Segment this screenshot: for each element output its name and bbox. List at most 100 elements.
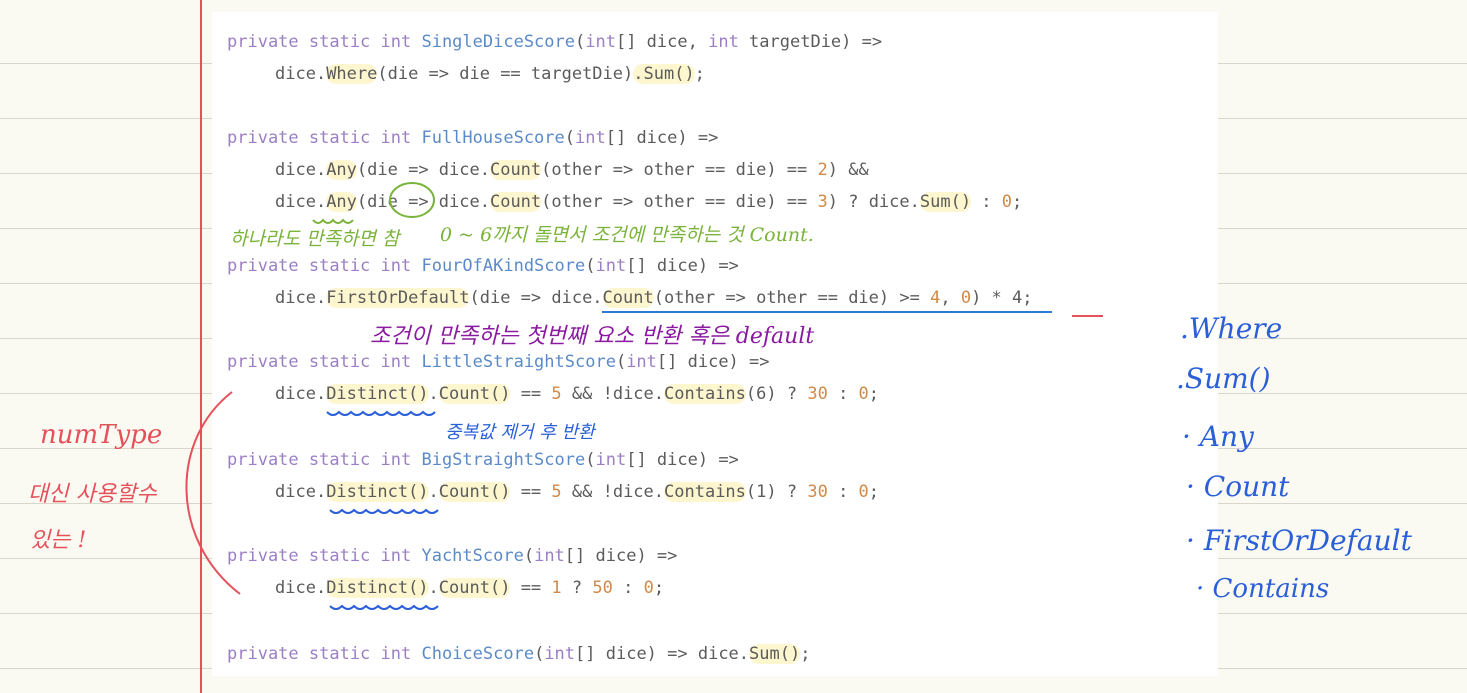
- code-text: && !dice.: [561, 384, 665, 404]
- code-text: .: [428, 482, 439, 502]
- method-name: SingleDiceScore: [421, 32, 575, 52]
- code-text: ==: [510, 482, 552, 502]
- code-text: [] dice) =>: [564, 546, 678, 566]
- code-text: :: [612, 578, 644, 598]
- code-line-10: private static int BigStraightScore(int[…: [227, 444, 739, 476]
- note-distinct: 중복값 제거 후 반환: [445, 422, 595, 443]
- number: 0: [858, 384, 869, 404]
- code-line-9: dice.Distinct().Count() == 5 && !dice.Co…: [275, 378, 879, 410]
- code-text: (die => dice.: [469, 288, 603, 308]
- code-text: Distinct(): [326, 578, 429, 598]
- code-text: [] dice) => dice.: [575, 644, 750, 664]
- code-text: [] dice) =>: [626, 450, 739, 470]
- code-text: ?: [776, 482, 808, 502]
- code-text: .: [428, 578, 439, 598]
- code-text: [] dice) =>: [626, 256, 739, 276]
- list-item-count: · Count: [1186, 470, 1290, 503]
- code-text: (die => die == targetDie): [377, 64, 634, 84]
- code-text: ) &&: [827, 160, 869, 180]
- note-numtype: numType: [40, 420, 163, 450]
- code-line-6: private static int FourOfAKindScore(int[…: [227, 250, 739, 282]
- code-text: (: [585, 450, 596, 470]
- keyword: int: [585, 32, 616, 52]
- code-line-3: private static int FullHouseScore(int[] …: [227, 122, 718, 154]
- code-text: Count(): [438, 384, 511, 404]
- number: 5: [551, 384, 562, 404]
- code-text: Sum(): [749, 644, 801, 664]
- note-count: 0 ~ 6까지 돌면서 조건에 만족하는 것 Count.: [440, 224, 814, 246]
- code-text: (: [575, 32, 586, 52]
- code-text: targetDie) =>: [738, 32, 883, 52]
- method-name: FullHouseScore: [421, 128, 565, 148]
- number: 5: [551, 482, 562, 502]
- code-text: (: [585, 256, 596, 276]
- code-text: Contains: [664, 482, 746, 502]
- code-text: (: [523, 546, 535, 566]
- method-name: LittleStraightScore: [421, 352, 616, 372]
- code-text: (: [534, 644, 545, 664]
- keyword: int: [544, 644, 576, 664]
- keyword: private static int: [227, 128, 422, 148]
- code-line-14: private static int ChoiceScore(int[] dic…: [227, 638, 810, 670]
- code-text: [] dice) =>: [656, 352, 770, 372]
- code-text: :: [971, 192, 1002, 212]
- code-text: Where: [326, 64, 378, 84]
- code-text: dice.: [275, 384, 327, 404]
- code-text: FirstOrDefault: [326, 288, 470, 308]
- number: 30: [807, 482, 828, 502]
- note-first-or-default: 조건이 만족하는 첫번째 요소 반환 혹은 default: [370, 324, 815, 349]
- code-text: ?: [561, 578, 593, 598]
- code-text: ;: [1012, 192, 1023, 212]
- code-text: Distinct(): [326, 482, 429, 502]
- code-text: ?: [776, 384, 808, 404]
- code-text: Any: [326, 192, 357, 212]
- code-text: Count: [602, 288, 654, 308]
- code-text: Count: [489, 192, 542, 212]
- code-text: dice.: [275, 482, 327, 502]
- code-line-1: private static int SingleDiceScore(int[]…: [227, 26, 882, 58]
- code-text: dice.: [275, 64, 327, 84]
- method-name: ChoiceScore: [421, 644, 535, 664]
- list-item-contains: · Contains: [1196, 574, 1330, 604]
- note-exist: 있는 !: [30, 528, 87, 553]
- number: 0: [858, 482, 869, 502]
- method-name: YachtScore: [421, 546, 524, 566]
- code-text: Count(): [438, 578, 511, 598]
- code-text: Any: [326, 160, 357, 180]
- code-text: dice.: [275, 192, 327, 212]
- list-item-firstordefault: · FirstOrDefault: [1186, 524, 1412, 557]
- code-line-7: dice.FirstOrDefault(die => dice.Count(ot…: [275, 282, 1032, 314]
- keyword: int: [595, 450, 627, 470]
- code-text: (die => dice.: [356, 160, 490, 180]
- number: 0: [1001, 192, 1013, 212]
- number: 50: [592, 578, 613, 598]
- keyword: private static int: [227, 352, 422, 372]
- code-text: ==: [510, 384, 552, 404]
- code-text: (: [564, 128, 576, 148]
- code-text: Sum(): [919, 192, 972, 212]
- margin-line: [200, 0, 202, 693]
- code-text: ;: [653, 578, 665, 598]
- code-text: ) * 4;: [971, 288, 1033, 308]
- keyword: private static int: [227, 450, 422, 470]
- code-line-2: dice.Where(die => die == targetDie).Sum(…: [275, 58, 705, 90]
- code-text: dice.: [275, 288, 327, 308]
- keyword: int: [575, 128, 606, 148]
- code-text: .Sum(): [633, 64, 695, 84]
- code-text: ) ? dice.: [827, 192, 920, 212]
- keyword: int: [626, 352, 657, 372]
- code-text: Count: [489, 160, 542, 180]
- code-line-5: dice.Any(die => dice.Count(other => othe…: [275, 186, 1022, 218]
- list-item-where: .Where: [1180, 312, 1283, 345]
- code-text: :: [827, 384, 859, 404]
- keyword: private static int: [227, 644, 422, 664]
- code-text: && !dice.: [561, 482, 665, 502]
- code-text: (other => other == die) ==: [541, 160, 818, 180]
- code-line-12: private static int YachtScore(int[] dice…: [227, 540, 677, 572]
- number: 1: [551, 578, 562, 598]
- code-text: (other => other == die) ==: [541, 192, 818, 212]
- list-item-any: · Any: [1182, 420, 1254, 453]
- code-text: Contains: [664, 384, 746, 404]
- code-text: (: [615, 352, 627, 372]
- list-item-sum: .Sum(): [1176, 362, 1271, 395]
